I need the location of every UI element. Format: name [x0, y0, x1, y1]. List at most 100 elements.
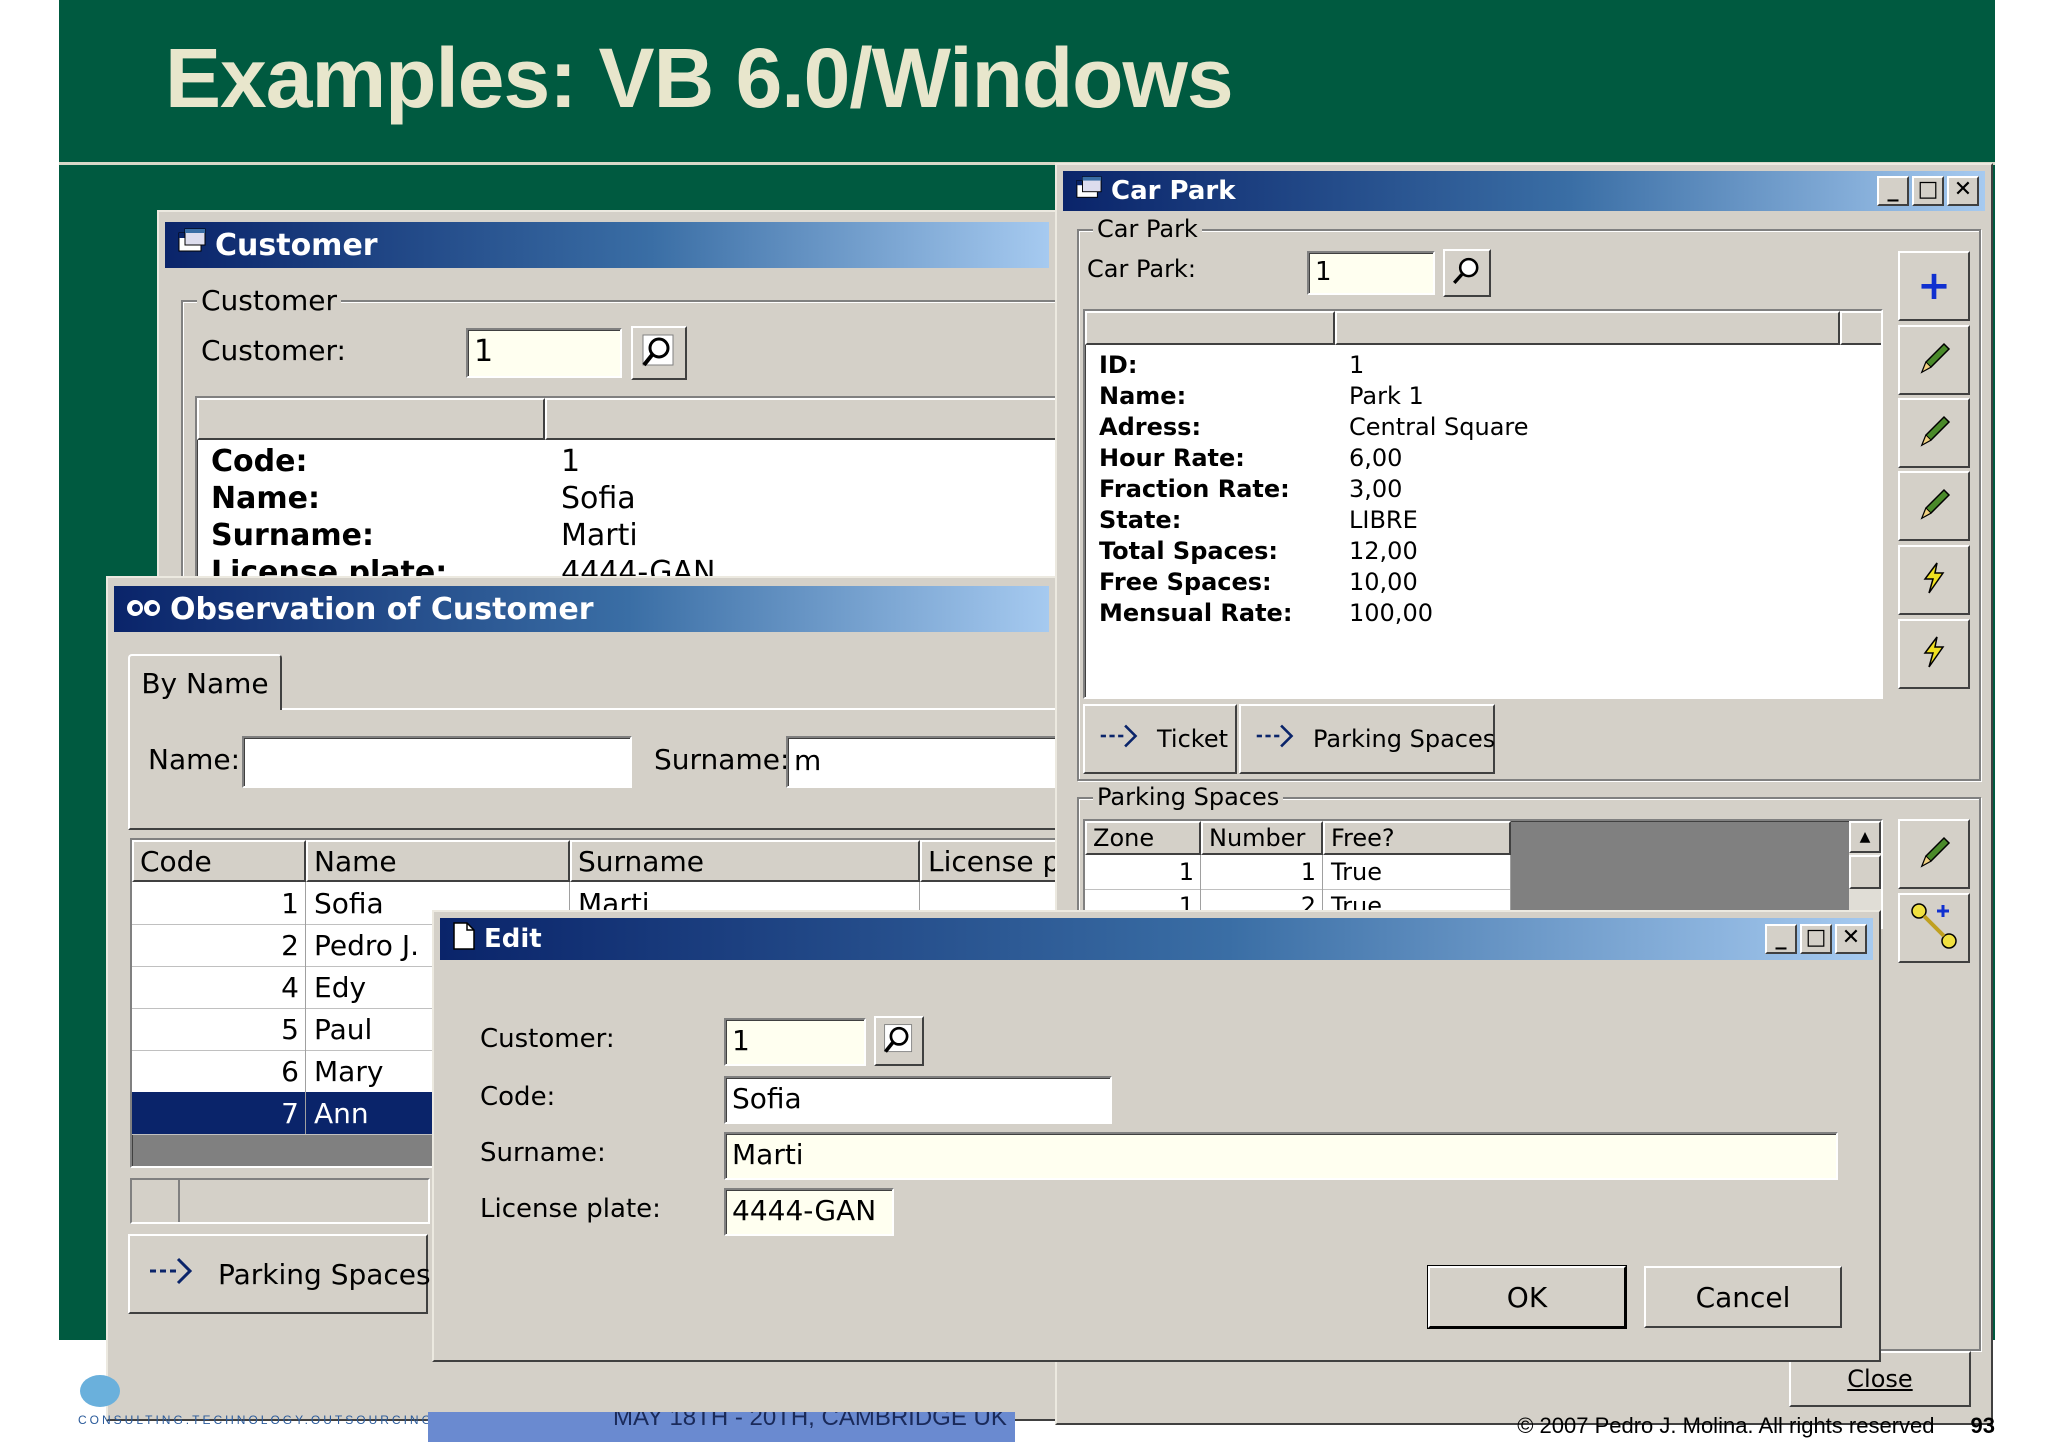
customer-field[interactable]: 1 [466, 328, 622, 378]
carpark-field[interactable]: 1 [1307, 251, 1435, 295]
edit-button-3[interactable] [1898, 471, 1970, 541]
detail-value: 1 [561, 444, 581, 479]
logo-icon [80, 1375, 120, 1407]
minimize-button[interactable]: _ [1877, 176, 1909, 206]
edit-button-2[interactable] [1898, 398, 1970, 468]
table-cell-code: 2 [132, 924, 306, 966]
customer-detail-panel: Code: 1 Name: Sofia Surname: Marti License pla… [195, 396, 1095, 586]
add-button[interactable]: + [1898, 251, 1970, 321]
table-cell-code: 1 [132, 882, 306, 924]
name-input[interactable] [242, 736, 632, 788]
detail-header-3 [1840, 311, 1881, 345]
detail-header-1 [197, 398, 545, 440]
carpark-lookup-button[interactable] [1443, 249, 1491, 297]
cancel-button[interactable]: Cancel [1644, 1266, 1842, 1328]
table-row[interactable]: 1 1 True [1085, 855, 1511, 890]
close-window-button[interactable]: ✕ [1947, 176, 1979, 206]
detail-key: Fraction Rate: [1099, 475, 1290, 503]
column-header[interactable]: Surname [570, 840, 920, 882]
magnifier-icon [1450, 254, 1484, 292]
surname-label: Surname: [654, 743, 790, 776]
parking-spaces-nav-button[interactable]: Parking Spaces [1239, 704, 1495, 774]
license-plate-label: License plate: [480, 1194, 661, 1224]
logo-text: CONSULTING.TECHNOLOGY.OUTSOURCING [78, 1413, 434, 1427]
name-label: Name: [148, 743, 241, 776]
carpark-label: Car Park: [1087, 255, 1196, 283]
detail-value: 1 [1349, 351, 1365, 379]
detail-value: 6,00 [1349, 444, 1403, 472]
detail-row: Surname: Marti [211, 518, 1093, 555]
detail-value: 3,00 [1349, 475, 1403, 503]
page-number: 93 [1970, 1413, 1995, 1438]
edit-titlebar[interactable]: Edit _ □ ✕ [440, 918, 1873, 960]
add-relation-button[interactable] [1898, 893, 1970, 963]
column-header[interactable]: Code [132, 840, 306, 882]
tab-by-name[interactable]: By Name [128, 654, 282, 710]
window-title: Customer [215, 227, 378, 263]
document-icon [452, 921, 476, 958]
arrow-right-icon [1099, 721, 1139, 757]
pencil-icon [1914, 411, 1954, 455]
button-label: OK [1506, 1280, 1548, 1314]
detail-row: Mensual Rate: 100,00 [1099, 599, 1879, 630]
table-cell-code: 7 [132, 1092, 306, 1134]
observation-titlebar[interactable]: Observation of Customer [114, 586, 1049, 632]
form-icon [1075, 175, 1103, 208]
action-button-1[interactable] [1898, 545, 1970, 615]
close-window-button[interactable]: ✕ [1835, 924, 1867, 954]
surname-input[interactable]: m [786, 736, 1086, 788]
edit-parking-button[interactable] [1898, 819, 1970, 889]
detail-row: Adress: Central Square [1099, 413, 1879, 444]
minimize-button[interactable]: _ [1765, 924, 1797, 954]
detail-value: Central Square [1349, 413, 1529, 441]
button-label: Parking Spaces [1313, 725, 1496, 753]
pencil-icon [1914, 338, 1954, 382]
detail-value: 100,00 [1349, 599, 1433, 627]
customer-label: Customer: [480, 1024, 615, 1054]
maximize-button[interactable]: □ [1912, 176, 1944, 206]
detail-value: 10,00 [1349, 568, 1418, 596]
detail-value: LIBRE [1349, 506, 1418, 534]
customer-window[interactable]: Customer Customer Customer: 1 Code: 1 Name… [157, 210, 1095, 594]
button-label: Cancel [1695, 1280, 1791, 1314]
detail-key: Surname: [211, 518, 374, 553]
maximize-button[interactable]: □ [1800, 924, 1832, 954]
pencil-icon [1914, 832, 1954, 876]
footer: © 2007 Pedro J. Molina. All rights reser… [1517, 1413, 1995, 1447]
scroll-up-button[interactable]: ▲ [1849, 821, 1881, 853]
column-header[interactable]: Name [306, 840, 570, 882]
scroll-thumb[interactable] [1849, 855, 1881, 889]
detail-row: Name: Park 1 [1099, 382, 1879, 413]
lightning-icon [1919, 635, 1949, 673]
plus-icon: + [1917, 263, 1951, 309]
ok-button[interactable]: OK [1428, 1266, 1626, 1328]
column-header[interactable]: Zone [1085, 821, 1201, 855]
customer-titlebar[interactable]: Customer [165, 222, 1049, 268]
edit-button-1[interactable] [1898, 325, 1970, 395]
customer-field[interactable]: 1 [724, 1018, 866, 1066]
grid-header: Zone Number Free? [1085, 821, 1515, 855]
carpark-titlebar[interactable]: Car Park _ □ ✕ [1063, 171, 1985, 211]
column-header[interactable]: Free? [1323, 821, 1511, 855]
action-button-2[interactable] [1898, 619, 1970, 689]
lightning-icon [1919, 561, 1949, 599]
ticket-button[interactable]: Ticket [1083, 704, 1237, 774]
table-cell-number: 1 [1201, 855, 1323, 889]
table-cell-zone: 1 [1085, 855, 1201, 889]
license-plate-field[interactable]: 4444-GAN [724, 1188, 894, 1236]
detail-key: Total Spaces: [1099, 537, 1278, 565]
detail-key: State: [1099, 506, 1182, 534]
table-cell-code: 4 [132, 966, 306, 1008]
conference-text: MAY 18TH - 20TH, CAMBRIDGE UK [613, 1412, 1007, 1431]
column-header[interactable]: Number [1201, 821, 1323, 855]
surname-field[interactable]: Marti [724, 1132, 1838, 1180]
detail-key: Code: [211, 444, 308, 479]
customer-lookup-button[interactable] [631, 326, 687, 380]
detail-key: Hour Rate: [1099, 444, 1245, 472]
parking-spaces-button[interactable]: Parking Spaces [128, 1234, 431, 1314]
grid-header: Code Name Surname License p [132, 840, 1108, 882]
customer-lookup-button[interactable] [874, 1016, 924, 1066]
code-field[interactable]: Sofia [724, 1076, 1112, 1124]
edit-dialog[interactable]: Edit _ □ ✕ Customer: 1 Code: Sofia Surna… [432, 910, 1881, 1362]
table-cell-code: 6 [132, 1050, 306, 1092]
